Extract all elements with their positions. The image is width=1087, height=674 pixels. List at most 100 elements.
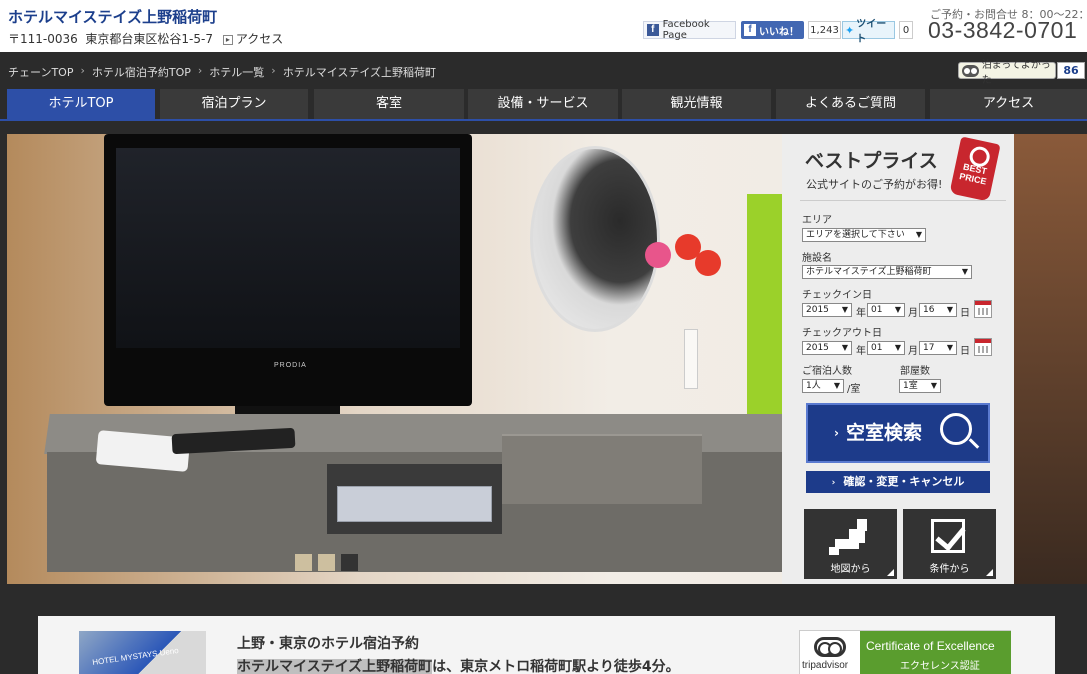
arrow-right-icon: ▸: [222, 34, 233, 45]
rooms-select[interactable]: 1室: [899, 379, 941, 393]
checkin-label: チェックイン日: [802, 290, 872, 301]
tweet-button[interactable]: ✦ ツイート: [842, 19, 895, 45]
slide-dot-3[interactable]: [341, 554, 358, 571]
unit-day: 日: [960, 346, 970, 357]
tel-number[interactable]: 03-3842-0701: [928, 17, 1077, 44]
stayed-good-button[interactable]: 泊まってよかった: [958, 60, 1056, 86]
unit-year: 年: [856, 346, 866, 357]
flower-vase: [637, 234, 727, 394]
breadcrumb-item-chain-top[interactable]: チェーンTOP: [8, 64, 73, 80]
vacancy-search-label: 空室検索: [846, 422, 923, 444]
unit-day: 日: [960, 308, 970, 319]
slide-indicators: [295, 554, 364, 571]
chevron-right-icon: ›: [834, 426, 839, 440]
search-by-condition-button[interactable]: 条件から: [903, 509, 996, 579]
breadcrumb-item-current: ホテルマイステイズ上野稲荷町: [282, 66, 437, 79]
tab-access[interactable]: アクセス: [930, 89, 1087, 119]
tripadvisor-brand: tripadvisor: [802, 660, 849, 671]
like-count: 1,243: [808, 21, 841, 39]
tripadvisor-owl-icon: [962, 64, 979, 77]
certificate-banner: Certificate of Excellence エクセレンス認証: [860, 631, 1011, 674]
breadcrumb-item-hotel-list[interactable]: ホテル一覧: [209, 64, 264, 80]
divider: [800, 200, 1006, 201]
breadcrumb-separator: ›: [80, 64, 85, 77]
intro-title: 上野・東京のホテル宿泊予約: [237, 636, 419, 652]
slide-dot-2[interactable]: [318, 554, 335, 571]
breadcrumb-separator: ›: [271, 64, 276, 77]
guests-select[interactable]: 1人: [802, 379, 844, 393]
breadcrumb-bar: チェーンTOP › ホテル宿泊予約TOP › ホテル一覧 › ホテルマイステイズ…: [0, 52, 1087, 88]
confirm-change-cancel-label: 確認・変更・キャンセル: [843, 475, 965, 488]
hero-side-image: [1014, 134, 1087, 584]
tripadvisor-logo: tripadvisor: [800, 631, 860, 674]
japan-map-icon: [829, 519, 873, 555]
tweet-label: ツイート: [856, 19, 887, 45]
rooms-label: 部屋数: [900, 366, 930, 377]
breadcrumb: チェーンTOP › ホテル宿泊予約TOP › ホテル一覧 › ホテルマイステイズ…: [8, 64, 436, 80]
breadcrumb-item-hotel-booking-top[interactable]: ホテル宿泊予約TOP: [92, 64, 191, 80]
header-access-link[interactable]: アクセス: [236, 32, 283, 46]
guests-unit: /室: [847, 384, 861, 395]
checkin-calendar-icon[interactable]: [974, 300, 992, 318]
search-by-map-button[interactable]: 地図から: [804, 509, 897, 579]
tripadvisor-certificate[interactable]: tripadvisor Certificate of Excellence エク…: [799, 630, 1011, 674]
area-label: エリア: [802, 215, 832, 226]
checkout-year-select[interactable]: 2015: [802, 341, 852, 355]
stayed-good-count: 86: [1057, 62, 1085, 79]
tab-facilities[interactable]: 設備・サービス: [468, 89, 618, 119]
tripadvisor-owl-icon: [814, 637, 846, 657]
search-by-condition-label: 条件から: [929, 564, 970, 575]
glass-vase: [684, 329, 698, 389]
flower-pink: [645, 242, 671, 268]
facebook-like-button[interactable]: f いいね！: [741, 21, 804, 39]
checkout-label: チェックアウト日: [802, 328, 882, 339]
certificate-title-jp: エクセレンス認証: [900, 661, 980, 672]
main-nav: ホテルTOP 宿泊プラン 客室 設備・サービス 観光情報 よくあるご質問 アクセ…: [0, 88, 1087, 121]
tab-rooms[interactable]: 客室: [314, 89, 464, 119]
chevron-right-icon: ›: [831, 478, 836, 488]
certificate-title-en: Certificate of Excellence: [866, 639, 995, 653]
tab-hotel-top[interactable]: ホテルTOP: [7, 89, 155, 119]
best-price-subtitle: 公式サイトのご予約がお得!: [806, 178, 943, 191]
facebook-page-button[interactable]: f Facebook Page: [643, 19, 736, 41]
facebook-icon: f: [647, 24, 659, 36]
best-price-title: ベストプライス: [805, 150, 938, 172]
checkout-calendar-icon[interactable]: [974, 338, 992, 356]
search-by-map-label: 地図から: [830, 564, 871, 575]
tv-brand: PRODIA: [274, 362, 307, 369]
postal-code: 〒111-0036: [8, 32, 78, 46]
twitter-bird-icon: ✦: [845, 23, 855, 37]
stayed-good-label: 泊まってよかった: [981, 59, 1051, 86]
intro-lead: ホテルマイステイズ上野稲荷町は、東京メトロ稲荷町駅より徒歩4分。: [237, 656, 680, 674]
checkin-year-select[interactable]: 2015: [802, 303, 852, 317]
facility-select[interactable]: ホテルマイステイズ上野稲荷町: [802, 265, 972, 279]
guests-label: ご宿泊人数: [802, 366, 852, 377]
area-select[interactable]: エリアを選択して下さい: [802, 228, 926, 242]
tab-sightseeing[interactable]: 観光情報: [622, 89, 771, 119]
site-header: ホテルマイステイズ上野稲荷町 〒111-0036 東京都台東区松谷1-5-7 ▸…: [0, 0, 1087, 52]
intro-lead-rest: は、東京メトロ稲荷町駅より徒歩4分。: [432, 659, 680, 674]
checkin-day-select[interactable]: 16: [919, 303, 957, 317]
search-icon: [940, 413, 972, 445]
tweet-count: 0: [899, 21, 913, 39]
like-label: いいね！: [759, 26, 799, 38]
address-text: 東京都台東区松谷1-5-7: [85, 32, 213, 46]
checkin-month-select[interactable]: 01: [867, 303, 905, 317]
tab-plans[interactable]: 宿泊プラン: [160, 89, 308, 119]
corner-arrow-icon: [986, 569, 993, 576]
checkout-month-select[interactable]: 01: [867, 341, 905, 355]
unit-year: 年: [856, 308, 866, 319]
unit-month: 月: [908, 308, 918, 319]
slide-dot-1[interactable]: [295, 554, 312, 571]
unit-month: 月: [908, 346, 918, 357]
hotel-address: 〒111-0036 東京都台東区松谷1-5-7 ▸ アクセス: [8, 30, 283, 47]
facebook-icon: f: [744, 24, 756, 36]
tab-faq[interactable]: よくあるご質問: [776, 89, 925, 119]
router: [337, 486, 492, 522]
hotel-name[interactable]: ホテルマイステイズ上野稲荷町: [8, 6, 217, 27]
checkout-day-select[interactable]: 17: [919, 341, 957, 355]
breadcrumb-separator: ›: [197, 64, 203, 77]
television: PRODIA: [104, 134, 472, 406]
tv-screen: [116, 148, 460, 348]
confirm-change-cancel-button[interactable]: › 確認・変更・キャンセル: [806, 471, 990, 493]
